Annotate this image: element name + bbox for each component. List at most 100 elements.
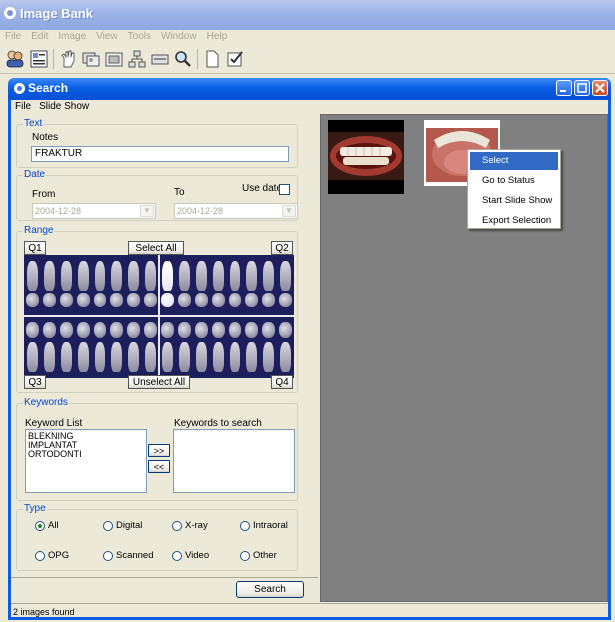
upper-tooth[interactable] [280, 261, 291, 291]
type-radio-opg[interactable]: OPG [35, 550, 69, 561]
lower-tooth-crown[interactable] [161, 322, 174, 338]
document-icon[interactable] [201, 48, 223, 70]
add-keyword-button[interactable]: >> [148, 444, 170, 457]
upper-tooth[interactable] [111, 261, 123, 291]
upper-tooth[interactable] [162, 261, 173, 291]
photo-thumbnail-smile[interactable] [328, 120, 404, 194]
upper-tooth[interactable] [145, 261, 156, 291]
upper-tooth[interactable] [43, 261, 55, 291]
type-radio-intraoral[interactable]: Intraoral [240, 520, 288, 531]
lower-tooth[interactable] [27, 342, 38, 372]
keywords-to-search-list[interactable] [173, 429, 295, 493]
upper-tooth-crown[interactable] [76, 293, 90, 307]
upper-tooth-crown[interactable] [110, 293, 124, 307]
type-radio-scanned[interactable]: Scanned [103, 550, 154, 561]
notes-input[interactable]: FRAKTUR [31, 146, 289, 162]
remove-keyword-button[interactable]: << [148, 460, 170, 473]
type-radio-all[interactable]: All [35, 520, 59, 531]
search-menu-file[interactable]: File [11, 100, 35, 114]
type-radio-xray[interactable]: X-ray [172, 520, 208, 531]
image-icon[interactable] [103, 48, 125, 70]
maximize-button[interactable] [574, 80, 590, 96]
upper-tooth[interactable] [212, 261, 224, 291]
lower-tooth-crown[interactable] [59, 322, 73, 338]
lower-tooth[interactable] [178, 342, 190, 372]
q4-button[interactable]: Q4 [271, 375, 293, 389]
users-icon[interactable] [4, 48, 26, 70]
upper-tooth[interactable] [229, 261, 241, 291]
search-button[interactable]: Search [236, 581, 304, 598]
lower-tooth[interactable] [77, 342, 89, 372]
lower-tooth[interactable] [162, 342, 173, 372]
upper-tooth-crown[interactable] [144, 293, 157, 307]
upper-tooth[interactable] [246, 261, 258, 291]
lower-tooth[interactable] [229, 342, 241, 372]
menu-image[interactable]: Image [53, 30, 91, 44]
use-date-checkbox[interactable] [279, 184, 290, 195]
search-menu-slideshow[interactable]: Slide Show [35, 100, 93, 114]
list-icon[interactable] [28, 48, 50, 70]
scanner-icon[interactable] [149, 48, 171, 70]
tooth-chart[interactable] [24, 255, 294, 378]
lower-tooth[interactable] [43, 342, 55, 372]
upper-tooth-crown[interactable] [26, 293, 39, 307]
unselect-all-button[interactable]: Unselect All [128, 375, 190, 389]
upper-tooth[interactable] [263, 261, 275, 291]
upper-tooth-crown[interactable] [211, 293, 225, 307]
menu-help[interactable]: Help [202, 30, 233, 44]
menu-file[interactable]: File [0, 30, 26, 44]
menu-edit[interactable]: Edit [26, 30, 53, 44]
upper-tooth-crown[interactable] [127, 293, 141, 307]
hand-icon[interactable] [57, 48, 79, 70]
type-radio-other[interactable]: Other [240, 550, 277, 561]
menu-window[interactable]: Window [156, 30, 202, 44]
q2-button[interactable]: Q2 [271, 241, 293, 255]
lower-tooth[interactable] [246, 342, 258, 372]
type-radio-digital[interactable]: Digital [103, 520, 142, 531]
upper-tooth[interactable] [128, 261, 140, 291]
lower-tooth[interactable] [195, 342, 207, 372]
upper-tooth-crown[interactable] [194, 293, 208, 307]
upper-tooth-crown[interactable] [245, 293, 259, 307]
lower-tooth[interactable] [128, 342, 140, 372]
lower-tooth-crown[interactable] [279, 322, 292, 338]
to-date-combo[interactable]: 2004-12-28 ▼ [174, 203, 298, 219]
upper-tooth-crown[interactable] [93, 293, 107, 307]
lower-tooth-crown[interactable] [262, 322, 276, 338]
upper-tooth-crown[interactable] [42, 293, 56, 307]
lower-tooth-crown[interactable] [110, 322, 124, 338]
lower-tooth-crown[interactable] [42, 322, 56, 338]
lower-tooth-crown[interactable] [194, 322, 208, 338]
lower-tooth[interactable] [280, 342, 291, 372]
upper-tooth-crown[interactable] [228, 293, 242, 307]
q3-button[interactable]: Q3 [24, 375, 46, 389]
context-menu-export-selection[interactable]: Export Selection [470, 212, 558, 230]
lower-tooth[interactable] [145, 342, 156, 372]
lower-tooth-crown[interactable] [245, 322, 259, 338]
list-item[interactable]: ORTODONTI [28, 450, 144, 459]
lower-tooth[interactable] [212, 342, 224, 372]
lower-tooth-crown[interactable] [144, 322, 157, 338]
q1-button[interactable]: Q1 [24, 241, 46, 255]
close-button[interactable] [592, 80, 608, 96]
lower-tooth[interactable] [60, 342, 72, 372]
upper-tooth-crown[interactable] [279, 293, 292, 307]
upper-tooth[interactable] [77, 261, 89, 291]
upper-tooth[interactable] [60, 261, 72, 291]
lower-tooth-crown[interactable] [228, 322, 242, 338]
upper-tooth-crown[interactable] [177, 293, 191, 307]
minimize-button[interactable] [556, 80, 572, 96]
lower-tooth[interactable] [111, 342, 123, 372]
context-menu-select[interactable]: Select [470, 152, 558, 170]
upper-tooth[interactable] [94, 261, 106, 291]
upper-tooth[interactable] [178, 261, 190, 291]
search-icon[interactable] [172, 48, 194, 70]
thumbnail-pane[interactable] [320, 114, 608, 602]
select-all-button[interactable]: Select All [128, 241, 184, 255]
images-icon[interactable] [80, 48, 102, 70]
lower-tooth-crown[interactable] [177, 322, 191, 338]
upper-tooth[interactable] [27, 261, 38, 291]
menu-view[interactable]: View [91, 30, 123, 44]
upper-tooth-crown[interactable] [262, 293, 276, 307]
upper-tooth[interactable] [195, 261, 207, 291]
